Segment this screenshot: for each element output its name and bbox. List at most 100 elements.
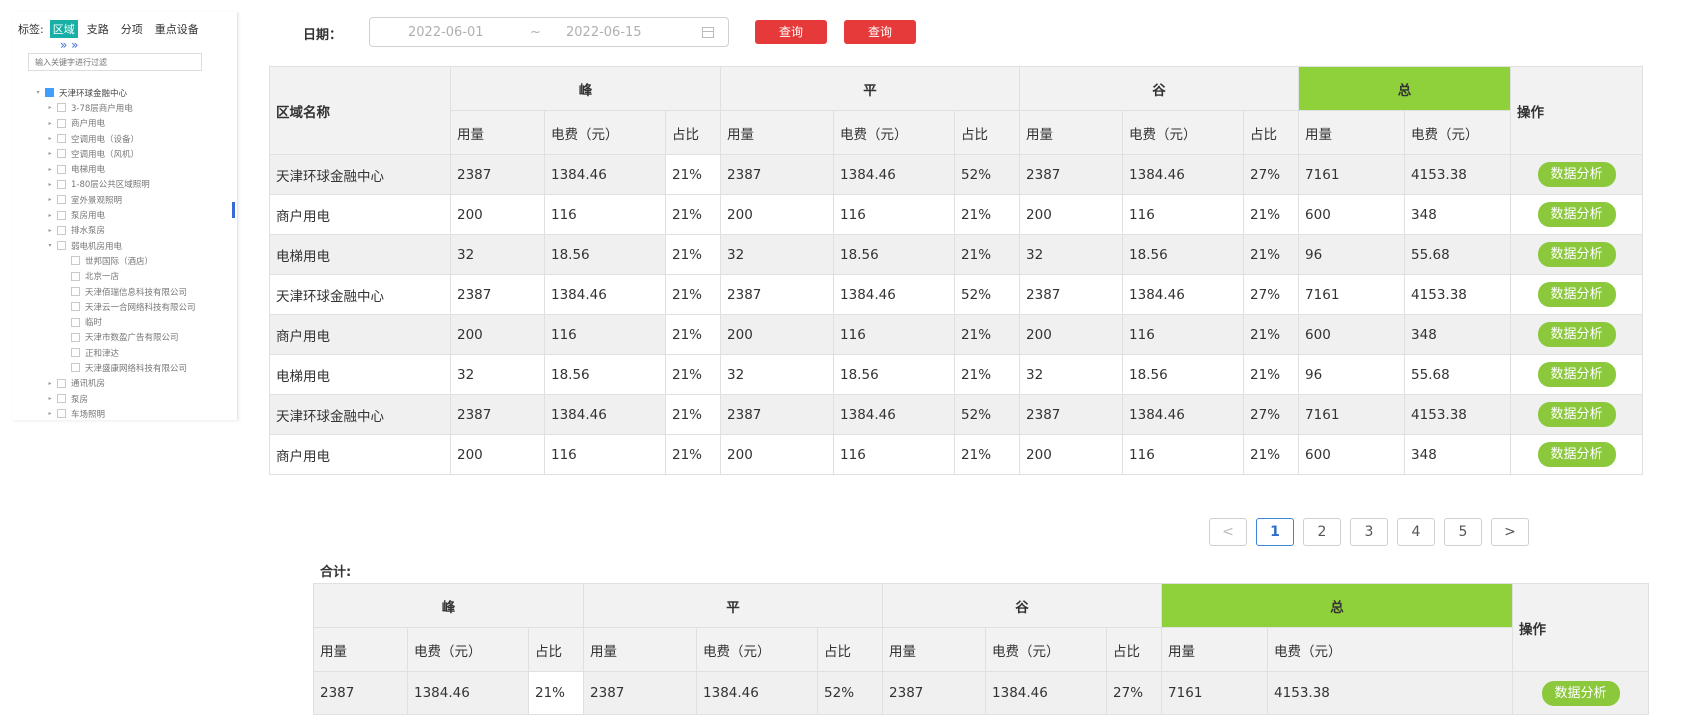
query-button[interactable]: 查询 <box>755 20 827 44</box>
tree-checkbox[interactable] <box>45 88 54 98</box>
cell: 2387 <box>583 671 698 715</box>
next-page-button[interactable]: > <box>1491 518 1529 546</box>
tree-node[interactable]: 天津市数盈广告有限公司 <box>12 330 237 345</box>
tab-subitem[interactable]: 分项 <box>118 20 146 38</box>
tree-checkbox[interactable] <box>57 118 66 128</box>
tree-checkbox[interactable] <box>57 210 66 220</box>
col-fee: 电费（元） <box>544 110 666 155</box>
tree-node[interactable]: ▾ 天津环球金融中心 <box>12 85 237 100</box>
tree-checkbox[interactable] <box>71 271 80 281</box>
double-chevron-icon[interactable]: » » <box>60 38 79 52</box>
tags-label: 标签: <box>18 23 44 36</box>
page-button-3[interactable]: 3 <box>1350 518 1388 546</box>
expand-arrow-icon[interactable]: ▸ <box>46 212 54 219</box>
cell: 21% <box>954 314 1021 355</box>
cell: 52% <box>817 671 884 715</box>
cell: 7161 <box>1298 394 1406 435</box>
region-name-cell: 天津环球金融中心 <box>269 154 451 195</box>
tree-node[interactable]: ▸ 泵房 <box>12 391 237 406</box>
data-analysis-button[interactable]: 数据分析 <box>1537 162 1616 187</box>
date-range-picker[interactable]: 2022-06-01 ~ 2022-06-15 <box>369 17 729 47</box>
cell: 1384.46 <box>544 274 666 315</box>
tree-checkbox[interactable] <box>71 348 80 358</box>
data-analysis-button[interactable]: 数据分析 <box>1537 442 1616 467</box>
tree-checkbox[interactable] <box>57 241 66 251</box>
tree-checkbox[interactable] <box>71 363 80 373</box>
sidebar-panel: 标签: 区域 支路 分项 重点设备 » » ▾ 天津环球金融中心 ▸ 3-78层商户用… <box>12 12 238 420</box>
tree-checkbox[interactable] <box>57 149 66 159</box>
tree-checkbox[interactable] <box>71 317 80 327</box>
cell: 96 <box>1298 354 1406 395</box>
tree-checkbox[interactable] <box>57 195 66 205</box>
tree-node[interactable]: ▸ 排水泵房 <box>12 223 237 238</box>
tree-checkbox[interactable] <box>71 302 80 312</box>
cell: 7161 <box>1161 671 1269 715</box>
tree-checkbox[interactable] <box>57 164 66 174</box>
expand-arrow-icon[interactable]: ▸ <box>46 166 54 173</box>
prev-page-button[interactable]: < <box>1209 518 1247 546</box>
expand-arrow-icon[interactable]: ▸ <box>46 104 54 111</box>
query-button-2[interactable]: 查询 <box>844 20 916 44</box>
page-button-1[interactable]: 1 <box>1256 518 1294 546</box>
tree-node[interactable]: ▸ 3-78层商户用电 <box>12 100 237 115</box>
expand-arrow-icon[interactable]: ▾ <box>34 89 42 96</box>
tree-node[interactable]: ▸ 电梯用电 <box>12 161 237 176</box>
tree-node[interactable]: ▸ 泵房用电 <box>12 207 237 222</box>
data-analysis-button[interactable]: 数据分析 <box>1537 322 1616 347</box>
tree-checkbox[interactable] <box>71 287 80 296</box>
data-analysis-button[interactable]: 数据分析 <box>1537 242 1616 267</box>
expand-arrow-icon[interactable]: ▸ <box>46 196 54 203</box>
tree-node[interactable]: 临时 <box>12 314 237 329</box>
tree-node[interactable]: ▸ 空调用电（风机） <box>12 146 237 161</box>
tree-checkbox[interactable] <box>57 179 66 189</box>
expand-arrow-icon[interactable]: ▸ <box>46 395 54 402</box>
tree-checkbox[interactable] <box>57 103 66 113</box>
tree-checkbox[interactable] <box>57 134 66 144</box>
cell: 21% <box>527 671 585 715</box>
cell: 21% <box>1243 314 1300 355</box>
tree-node[interactable]: 世邦国际（酒店） <box>12 253 237 268</box>
tree-node[interactable]: ▸ 室外景观照明 <box>12 192 237 207</box>
tab-branch[interactable]: 支路 <box>84 20 112 38</box>
data-analysis-button[interactable]: 数据分析 <box>1537 282 1616 307</box>
expand-arrow-icon[interactable]: ▸ <box>46 150 54 157</box>
end-date-input[interactable]: 2022-06-15 <box>566 25 642 40</box>
tree-node[interactable]: 天津佰瑞信息科技有限公司 <box>12 284 237 299</box>
tree-node[interactable]: ▾ 弱电机房用电 <box>12 238 237 253</box>
expand-arrow-icon[interactable]: ▸ <box>46 120 54 127</box>
page-button-5[interactable]: 5 <box>1444 518 1482 546</box>
tree-node[interactable]: 正和津达 <box>12 345 237 360</box>
scrollbar-thumb[interactable] <box>232 202 235 218</box>
tree-checkbox[interactable] <box>57 225 66 235</box>
tree-checkbox[interactable] <box>57 394 66 404</box>
expand-arrow-icon[interactable]: ▸ <box>46 410 54 417</box>
tree-node[interactable]: ▸ 1-80层公共区域照明 <box>12 177 237 192</box>
tab-key-device[interactable]: 重点设备 <box>152 20 202 38</box>
expand-arrow-icon[interactable]: ▸ <box>46 181 54 188</box>
tree-filter-input[interactable] <box>28 53 202 71</box>
tree-checkbox[interactable] <box>57 378 66 388</box>
tree-checkbox[interactable] <box>57 409 66 419</box>
data-analysis-button[interactable]: 数据分析 <box>1537 402 1616 427</box>
expand-arrow-icon[interactable]: ▸ <box>46 135 54 142</box>
tree-node[interactable]: ▸ 空调用电（设备） <box>12 131 237 146</box>
data-analysis-button[interactable]: 数据分析 <box>1541 680 1620 706</box>
tree-node[interactable]: ▸ 商户用电 <box>12 116 237 131</box>
page-button-2[interactable]: 2 <box>1303 518 1341 546</box>
expand-arrow-icon[interactable]: ▸ <box>46 380 54 387</box>
tree-node[interactable]: 天津云一合网络科技有限公司 <box>12 299 237 314</box>
tree-node[interactable]: 北京一店 <box>12 269 237 284</box>
page-button-4[interactable]: 4 <box>1397 518 1435 546</box>
expand-arrow-icon[interactable]: ▾ <box>46 242 54 249</box>
tree-checkbox[interactable] <box>71 332 80 342</box>
start-date-input[interactable]: 2022-06-01 <box>408 25 484 40</box>
tab-region[interactable]: 区域 <box>49 20 78 38</box>
data-analysis-button[interactable]: 数据分析 <box>1537 202 1616 227</box>
data-analysis-button[interactable]: 数据分析 <box>1537 362 1616 387</box>
tree-node[interactable]: 天津盛康网络科技有限公司 <box>12 360 237 375</box>
tree-checkbox[interactable] <box>71 256 80 266</box>
tree-node[interactable]: ▸ 车场照明 <box>12 406 237 420</box>
calendar-icon[interactable] <box>702 27 714 38</box>
tree-node[interactable]: ▸ 通讯机房 <box>12 376 237 391</box>
expand-arrow-icon[interactable]: ▸ <box>46 227 54 234</box>
